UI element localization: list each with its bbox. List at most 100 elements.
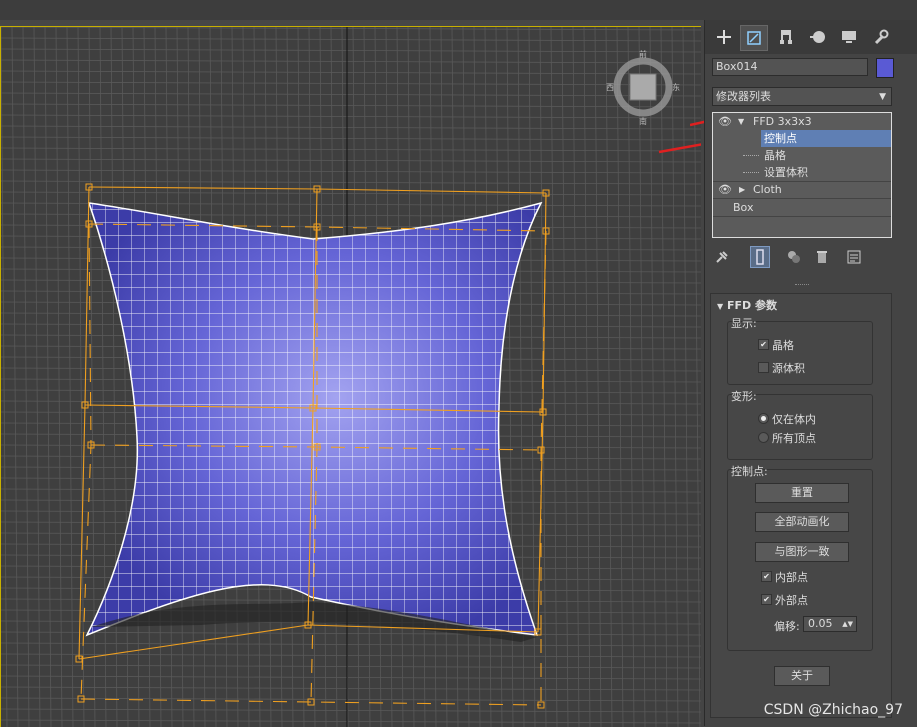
grid-line: [55, 27, 63, 727]
show-end-result-icon: [756, 249, 764, 265]
modify-icon: [747, 31, 761, 45]
animate-all-button[interactable]: 全部动画化: [755, 512, 849, 532]
source-volume-label: 源体积: [772, 362, 805, 375]
stack-subitem-lattice[interactable]: 晶格: [713, 147, 891, 164]
modifier-list-label: 修改器列表: [716, 90, 771, 103]
lattice-line: [80, 223, 92, 700]
eye-icon[interactable]: 👁: [718, 113, 732, 130]
ffd-params-rollout: ▼ FFD 参数 显示: ✔ 晶格 源体积 变形: 仅在体内 所有顶点 控制点:…: [710, 293, 892, 718]
viewcube-left-label: 西: [606, 83, 614, 92]
stack-toolbar: [712, 246, 892, 270]
stack-item-box[interactable]: Box: [713, 199, 891, 217]
grid-line: [550, 27, 558, 727]
tree-connector: [743, 172, 759, 173]
control-points-group-label: 控制点:: [731, 465, 768, 478]
top-toolbar: [0, 0, 917, 21]
conform-to-shape-button[interactable]: 与图形一致: [755, 542, 849, 562]
configure-modifier-sets-button[interactable]: [844, 246, 864, 268]
grid-line: [627, 27, 635, 727]
stack-item-ffd[interactable]: 👁 ▼ FFD 3x3x3: [713, 113, 891, 130]
stack-item-label: Cloth: [753, 183, 782, 196]
grid-line: [1, 48, 701, 53]
viewcube-right-label: 东: [672, 82, 680, 92]
spinner-arrows-icon[interactable]: ▲▼: [842, 617, 853, 631]
utilities-tab[interactable]: [868, 25, 894, 49]
expand-triangle-icon[interactable]: ▶: [739, 181, 745, 198]
rollout-title: FFD 参数: [727, 299, 777, 312]
grid-line: [649, 27, 657, 727]
command-panel-tabs: [705, 20, 917, 54]
grid-line: [1, 631, 701, 636]
offset-label: 偏移:: [774, 620, 800, 633]
eye-icon[interactable]: 👁: [718, 181, 732, 198]
about-button[interactable]: 关于: [774, 666, 830, 686]
viewcube-top-label: 前: [639, 49, 647, 59]
all-vertices-label: 所有顶点: [772, 432, 816, 445]
grid-line: [66, 27, 74, 727]
all-vertices-radio[interactable]: [758, 432, 769, 443]
inside-points-checkbox[interactable]: ✔: [761, 571, 772, 582]
stack-subitem-control-points[interactable]: 控制点: [761, 130, 891, 147]
stack-subitem-set-volume[interactable]: 设置体积: [713, 164, 891, 182]
only-in-volume-radio[interactable]: [758, 413, 769, 424]
reset-button[interactable]: 重置: [755, 483, 849, 503]
hierarchy-tab[interactable]: [773, 25, 799, 49]
grid-line: [22, 27, 30, 727]
utilities-wrench-icon: [874, 29, 889, 45]
grid-line: [1, 92, 701, 97]
object-name-field[interactable]: Box014: [712, 58, 868, 76]
grid-line: [1, 70, 701, 75]
grid-line: [671, 27, 679, 727]
dropdown-arrow-icon: ▼: [879, 92, 886, 102]
pin-stack-button[interactable]: [712, 246, 732, 268]
grid-line: [1, 37, 701, 42]
grid-line: [1, 59, 701, 64]
grid-line: [1, 81, 701, 86]
display-tab[interactable]: [836, 25, 862, 49]
stack-subitem-label: 设置体积: [764, 166, 808, 179]
source-volume-checkbox[interactable]: [758, 362, 769, 373]
lattice-checkbox[interactable]: ✔: [758, 339, 769, 350]
rollout-header[interactable]: ▼ FFD 参数: [717, 297, 777, 313]
modify-tab[interactable]: [740, 25, 768, 51]
collapse-triangle-icon: ▼: [717, 302, 724, 311]
display-icon: [842, 31, 856, 43]
only-in-volume-label: 仅在体内: [772, 413, 816, 426]
outside-points-checkbox[interactable]: ✔: [761, 594, 772, 605]
grid-line: [572, 27, 580, 727]
perspective-viewport[interactable]: 前 东 南 西: [0, 26, 701, 727]
pin-icon: [716, 251, 728, 263]
grid-line: [11, 27, 19, 727]
modifier-list-dropdown[interactable]: 修改器列表 ▼: [712, 87, 892, 106]
modifier-stack: 👁 ▼ FFD 3x3x3 控制点 晶格 设置体积 👁 ▶ Cloth Box: [712, 112, 892, 238]
viewport-canvas[interactable]: 前 东 南 西: [1, 27, 701, 727]
make-unique-icon: [788, 251, 800, 263]
trash-icon: [817, 251, 827, 263]
make-unique-button[interactable]: [784, 246, 804, 268]
stack-item-label: FFD 3x3x3: [753, 115, 812, 128]
object-color-swatch[interactable]: [876, 58, 894, 78]
deform-group-label: 变形:: [731, 390, 757, 403]
panel-splitter[interactable]: [795, 284, 809, 287]
grid-line: [77, 27, 85, 727]
tree-connector: [743, 155, 759, 156]
grid-line: [44, 27, 52, 727]
motion-tab[interactable]: [805, 25, 831, 49]
grid-line: [616, 27, 624, 727]
create-tab[interactable]: [711, 25, 737, 49]
grid-line: [660, 27, 668, 727]
offset-spinner[interactable]: 0.05 ▲▼: [803, 616, 857, 632]
display-group-label: 显示:: [731, 317, 757, 330]
collapse-triangle-icon[interactable]: ▼: [738, 113, 744, 130]
grid-line: [561, 27, 569, 727]
grid-line: [605, 27, 613, 727]
motion-icon: [810, 31, 825, 43]
inside-points-label: 内部点: [775, 571, 808, 584]
grid-line: [1, 191, 701, 196]
outside-points-label: 外部点: [775, 594, 808, 607]
stack-item-cloth[interactable]: 👁 ▶ Cloth: [713, 181, 891, 199]
stack-subitem-label: 控制点: [764, 132, 797, 145]
remove-modifier-button[interactable]: [812, 246, 832, 268]
show-end-result-button[interactable]: [750, 246, 770, 268]
watermark: CSDN @Zhichao_97: [763, 702, 903, 718]
